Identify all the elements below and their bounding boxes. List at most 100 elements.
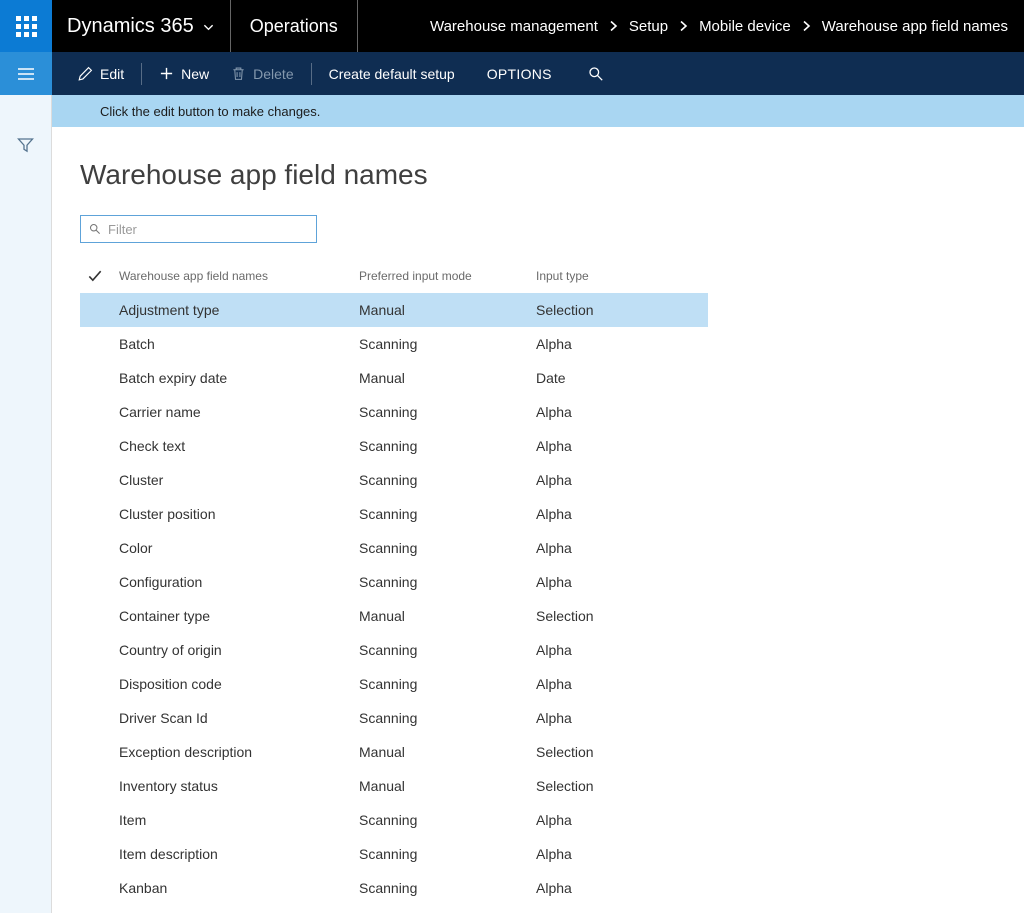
search-icon — [588, 66, 604, 82]
menu-toggle-button[interactable] — [0, 52, 52, 95]
input-mode-cell: Scanning — [359, 880, 536, 896]
dynamics-home-link[interactable]: Dynamics 365 — [67, 15, 214, 38]
input-mode-cell: Scanning — [359, 812, 536, 828]
delete-button[interactable]: Delete — [220, 52, 304, 95]
app-launcher-button[interactable] — [0, 0, 52, 52]
select-all-header[interactable] — [80, 270, 119, 282]
funnel-icon — [17, 137, 34, 153]
main-content: Warehouse app field names Warehouse app … — [52, 127, 1024, 913]
table-row[interactable]: Adjustment type Manual Selection — [80, 293, 708, 327]
table-row[interactable]: Item description Scanning Alpha — [80, 837, 708, 871]
table-row[interactable]: Driver Scan Id Scanning Alpha — [80, 701, 708, 735]
edit-label: Edit — [100, 66, 124, 82]
input-type-cell: Alpha — [536, 880, 708, 896]
field-name-cell[interactable]: Disposition code — [119, 676, 359, 692]
table-row[interactable]: Carrier name Scanning Alpha — [80, 395, 708, 429]
plus-icon — [159, 66, 174, 81]
filter-box[interactable] — [80, 215, 317, 243]
column-header-input-mode[interactable]: Preferred input mode — [359, 269, 536, 283]
chevron-down-icon — [203, 22, 214, 33]
chevron-right-icon — [679, 20, 688, 32]
field-name-cell[interactable]: Inventory status — [119, 778, 359, 794]
new-label: New — [181, 66, 209, 82]
field-name-cell[interactable]: Check text — [119, 438, 359, 454]
column-header-field-name[interactable]: Warehouse app field names — [119, 269, 359, 283]
field-name-cell[interactable]: Container type — [119, 608, 359, 624]
table-row[interactable]: Batch expiry date Manual Date — [80, 361, 708, 395]
input-type-cell: Alpha — [536, 540, 708, 556]
filter-input[interactable] — [108, 222, 308, 237]
field-name-cell[interactable]: Cluster position — [119, 506, 359, 522]
field-name-cell[interactable]: Carrier name — [119, 404, 359, 420]
input-type-cell: Alpha — [536, 574, 708, 590]
lower-region: Click the edit button to make changes. W… — [0, 95, 1024, 913]
delete-label: Delete — [253, 66, 293, 82]
input-mode-cell: Scanning — [359, 404, 536, 420]
trash-icon — [231, 66, 246, 81]
brand-area: Dynamics 365 — [52, 0, 230, 52]
page-title: Warehouse app field names — [80, 157, 1024, 193]
table-row[interactable]: Exception description Manual Selection — [80, 735, 708, 769]
new-button[interactable]: New — [148, 52, 220, 95]
table-row[interactable]: Disposition code Scanning Alpha — [80, 667, 708, 701]
field-name-cell[interactable]: Country of origin — [119, 642, 359, 658]
input-mode-cell: Manual — [359, 744, 536, 760]
table-row[interactable]: Cluster position Scanning Alpha — [80, 497, 708, 531]
table-row[interactable]: Configuration Scanning Alpha — [80, 565, 708, 599]
create-default-setup-button[interactable]: Create default setup — [318, 52, 466, 95]
breadcrumb-item-setup[interactable]: Setup — [629, 18, 668, 35]
options-button[interactable]: OPTIONS — [476, 52, 563, 95]
field-name-cell[interactable]: Item — [119, 812, 359, 828]
table-row[interactable]: Inventory status Manual Selection — [80, 769, 708, 803]
breadcrumb-item-mobile-device[interactable]: Mobile device — [699, 18, 791, 35]
input-type-cell: Alpha — [536, 438, 708, 454]
table-row[interactable]: Item Scanning Alpha — [80, 803, 708, 837]
action-separator — [311, 63, 312, 85]
search-icon — [89, 223, 101, 235]
input-type-cell: Selection — [536, 744, 708, 760]
topbar-divider — [357, 0, 358, 52]
table-row[interactable]: Container type Manual Selection — [80, 599, 708, 633]
field-name-cell[interactable]: Driver Scan Id — [119, 710, 359, 726]
table-row[interactable]: Cluster Scanning Alpha — [80, 463, 708, 497]
table-row[interactable]: Kanban card Scanning Alpha — [80, 905, 708, 913]
app-window: Dynamics 365 Operations Warehouse manage… — [0, 0, 1024, 913]
grid-header: Warehouse app field names Preferred inpu… — [80, 263, 708, 289]
field-name-cell[interactable]: Batch expiry date — [119, 370, 359, 386]
breadcrumb-item-warehouse-management[interactable]: Warehouse management — [430, 18, 598, 35]
column-header-input-type[interactable]: Input type — [536, 269, 708, 283]
field-name-cell[interactable]: Item description — [119, 846, 359, 862]
input-type-cell: Alpha — [536, 336, 708, 352]
action-bar: Edit New Delete Create default setup OPT… — [0, 52, 1024, 95]
input-mode-cell: Manual — [359, 608, 536, 624]
field-name-cell[interactable]: Cluster — [119, 472, 359, 488]
input-mode-cell: Scanning — [359, 574, 536, 590]
table-row[interactable]: Color Scanning Alpha — [80, 531, 708, 565]
chevron-right-icon — [609, 20, 618, 32]
table-row[interactable]: Country of origin Scanning Alpha — [80, 633, 708, 667]
table-row[interactable]: Check text Scanning Alpha — [80, 429, 708, 463]
edit-button[interactable]: Edit — [67, 52, 135, 95]
field-name-cell[interactable]: Color — [119, 540, 359, 556]
input-mode-cell: Manual — [359, 302, 536, 318]
grid-rows: Adjustment type Manual Selection Batch S… — [80, 293, 708, 913]
input-type-cell: Alpha — [536, 846, 708, 862]
input-type-cell: Selection — [536, 778, 708, 794]
field-name-cell[interactable]: Adjustment type — [119, 302, 359, 318]
field-name-cell[interactable]: Configuration — [119, 574, 359, 590]
hamburger-icon — [17, 67, 35, 81]
table-row[interactable]: Kanban Scanning Alpha — [80, 871, 708, 905]
table-row[interactable]: Batch Scanning Alpha — [80, 327, 708, 361]
input-type-cell: Date — [536, 370, 708, 386]
action-bar-buttons: Edit New Delete Create default setup OPT… — [52, 52, 615, 95]
field-name-cell[interactable]: Kanban — [119, 880, 359, 896]
field-name-cell[interactable]: Batch — [119, 336, 359, 352]
input-type-cell: Alpha — [536, 710, 708, 726]
input-mode-cell: Scanning — [359, 676, 536, 692]
actionbar-search-button[interactable] — [577, 52, 615, 95]
input-mode-cell: Scanning — [359, 642, 536, 658]
field-name-cell[interactable]: Exception description — [119, 744, 359, 760]
product-name: Operations — [231, 0, 357, 52]
filter-pane-button[interactable] — [17, 137, 34, 156]
create-default-setup-label: Create default setup — [329, 66, 455, 82]
